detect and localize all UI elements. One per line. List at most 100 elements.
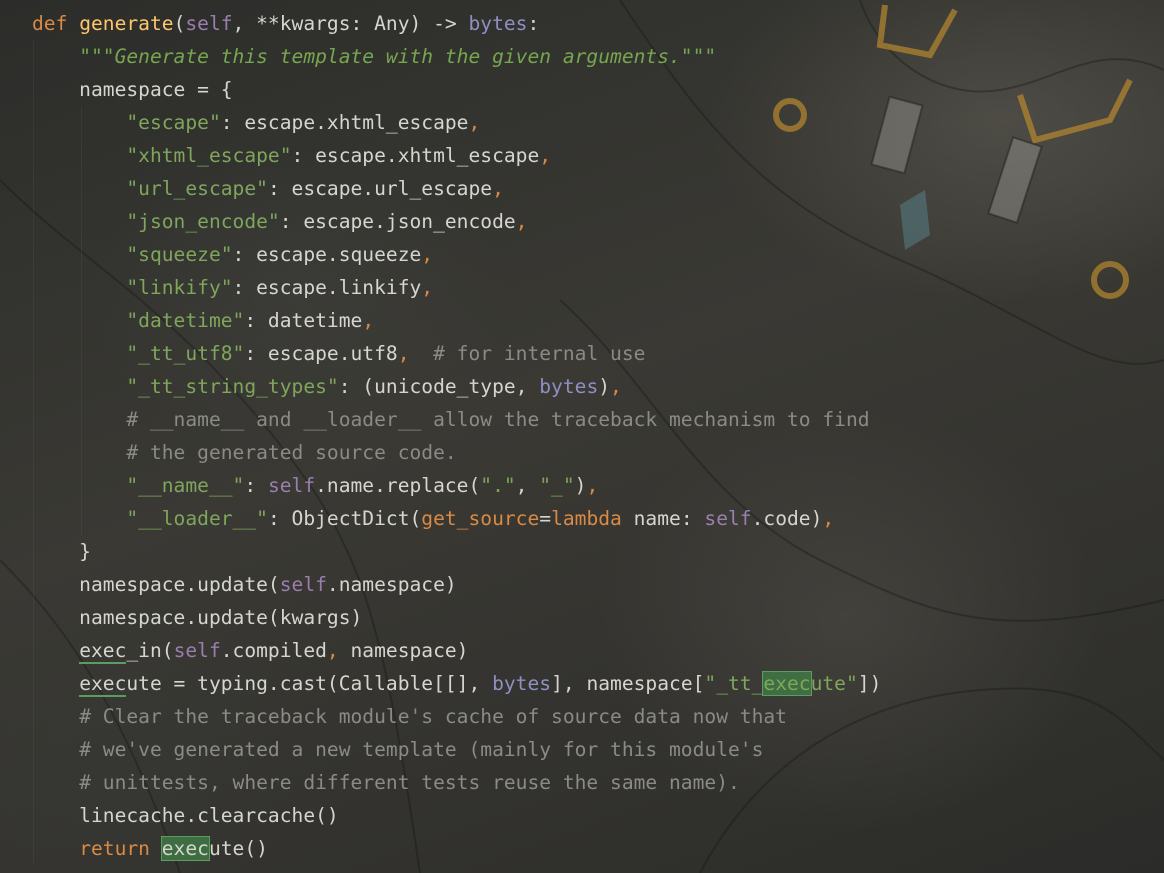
code-area[interactable]: def generate(self, **kwargs: Any) -> byt…: [32, 7, 881, 865]
code-token: "_": [539, 474, 575, 497]
code-token: ,: [326, 639, 339, 662]
code-token: bytes: [492, 672, 552, 695]
code-token: .code): [751, 507, 823, 530]
code-line[interactable]: "_tt_utf8": escape.utf8, # for internal …: [32, 337, 881, 370]
code-token: "url_escape": [126, 177, 268, 200]
code-line[interactable]: # __name__ and __loader__ allow the trac…: [32, 403, 881, 436]
code-editor[interactable]: def generate(self, **kwargs: Any) -> byt…: [0, 0, 1164, 873]
code-token: "squeeze": [126, 243, 233, 266]
code-token: : escape.xhtml_escape: [220, 111, 469, 134]
code-token: self: [267, 474, 316, 497]
code-token: ,: [586, 474, 599, 497]
code-token: : (unicode_type,: [338, 375, 540, 398]
code-token: return: [79, 837, 150, 860]
code-token: ,: [539, 144, 552, 167]
code-line[interactable]: "datetime": datetime,: [32, 304, 881, 337]
code-token: """Generate this template with the given…: [79, 45, 717, 68]
code-line[interactable]: "escape": escape.xhtml_escape,: [32, 106, 881, 139]
code-token: exec: [160, 836, 210, 861]
code-token: self: [185, 12, 233, 35]
code-line[interactable]: return execute(): [32, 832, 881, 865]
code-line[interactable]: # unittests, where different tests reuse…: [32, 766, 881, 799]
code-line[interactable]: }: [32, 535, 881, 568]
code-token: ,: [822, 507, 835, 530]
code-line[interactable]: "_tt_string_types": (unicode_type, bytes…: [32, 370, 881, 403]
code-line[interactable]: "url_escape": escape.url_escape,: [32, 172, 881, 205]
code-token: get_source: [421, 507, 540, 530]
code-token: "escape": [126, 111, 221, 134]
code-line[interactable]: namespace.update(self.namespace): [32, 568, 881, 601]
code-token: # unittests, where different tests reuse…: [79, 771, 740, 794]
code-token: # for internal use: [409, 342, 646, 365]
code-token: "_tt_: [704, 672, 764, 695]
code-line[interactable]: # Clear the traceback module's cache of …: [32, 700, 881, 733]
code-line[interactable]: namespace.update(kwargs): [32, 601, 881, 634]
code-line[interactable]: "json_encode": escape.json_encode,: [32, 205, 881, 238]
code-token: : escape.utf8: [244, 342, 398, 365]
code-token: ,: [468, 111, 481, 134]
code-line[interactable]: def generate(self, **kwargs: Any) -> byt…: [32, 7, 881, 40]
code-token: .compiled: [220, 639, 327, 662]
code-token: , **kwargs: Any) ->: [232, 12, 469, 35]
code-token: ,: [421, 276, 434, 299]
code-token: self: [279, 573, 327, 596]
code-token: # we've generated a new template (mainly…: [79, 738, 764, 761]
code-token: ute": [810, 672, 858, 695]
code-line[interactable]: linecache.clearcache(): [32, 799, 881, 832]
code-token: "xhtml_escape": [126, 144, 292, 167]
code-token: : escape.squeeze: [232, 243, 422, 266]
code-token: ,: [492, 177, 504, 200]
code-line[interactable]: execute = typing.cast(Callable[[], bytes…: [32, 667, 881, 700]
code-token: namespace): [338, 639, 469, 662]
code-token: lambda: [551, 507, 622, 530]
code-token: self: [704, 507, 752, 530]
code-token: namespace = {: [32, 78, 233, 101]
code-line[interactable]: "__name__": self.name.replace(".", "_"),: [32, 469, 881, 502]
code-token: ,: [397, 342, 410, 365]
code-token: exec: [79, 639, 127, 664]
code-line[interactable]: "xhtml_escape": escape.xhtml_escape,: [32, 139, 881, 172]
code-token: bytes: [468, 12, 528, 35]
code-line[interactable]: "linkify": escape.linkify,: [32, 271, 881, 304]
code-token: =: [539, 507, 552, 530]
code-token: }: [32, 540, 91, 563]
code-line[interactable]: namespace = {: [32, 73, 881, 106]
code-token: "datetime": [126, 309, 245, 332]
code-line[interactable]: "squeeze": escape.squeeze,: [32, 238, 881, 271]
code-token: ute(): [208, 837, 268, 860]
code-token: : ObjectDict(: [267, 507, 422, 530]
code-token: ".": [480, 474, 516, 497]
code-line[interactable]: exec_in(self.compiled, namespace): [32, 634, 881, 667]
code-line[interactable]: # the generated source code.: [32, 436, 881, 469]
code-token: ,: [421, 243, 434, 266]
code-token: ): [574, 474, 587, 497]
code-line[interactable]: # we've generated a new template (mainly…: [32, 733, 881, 766]
code-token: "_tt_string_types": [126, 375, 339, 398]
code-token: exec: [79, 672, 127, 697]
code-line[interactable]: """Generate this template with the given…: [32, 40, 881, 73]
code-token: # the generated source code.: [126, 441, 457, 464]
code-token: _in(: [126, 639, 174, 662]
code-token: bytes: [539, 375, 599, 398]
code-token: exec: [762, 671, 812, 696]
code-token: # __name__ and __loader__ allow the trac…: [126, 408, 870, 431]
code-token: ]): [857, 672, 882, 695]
code-line[interactable]: "__loader__": ObjectDict(get_source=lamb…: [32, 502, 881, 535]
code-token: "json_encode": [126, 210, 280, 233]
code-token: ,: [610, 375, 622, 398]
code-token: namespace.update(kwargs): [32, 606, 363, 629]
code-token: # Clear the traceback module's cache of …: [79, 705, 787, 728]
